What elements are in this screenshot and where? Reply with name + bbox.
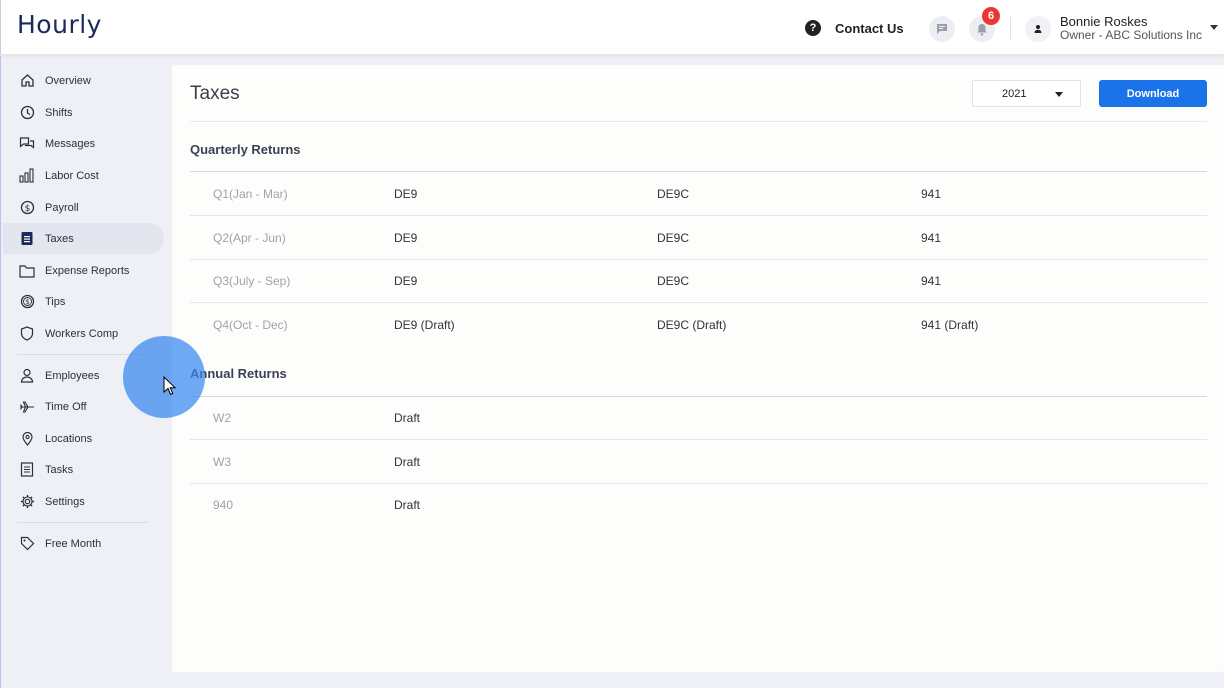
- sidebar-item-tips[interactable]: $ Tips: [3, 286, 164, 317]
- return-link-de9[interactable]: DE9: [394, 274, 417, 288]
- contact-us-link[interactable]: ? Contact Us: [805, 19, 904, 37]
- svg-text:$: $: [25, 298, 29, 306]
- sidebar-item-free-month[interactable]: Free Month: [3, 528, 164, 559]
- user-icon: [1034, 25, 1042, 33]
- sidebar-item-settings[interactable]: Settings: [3, 486, 164, 517]
- sidebar-item-label: Payroll: [45, 201, 79, 214]
- sidebar-item-labor-cost[interactable]: Labor Cost: [3, 160, 164, 191]
- messages-button[interactable]: [929, 16, 955, 42]
- sidebar-item-label: Expense Reports: [45, 264, 130, 277]
- sidebar-item-locations[interactable]: Locations: [3, 423, 164, 454]
- sidebar-item-label: Free Month: [45, 537, 102, 550]
- period-label: Q4(Oct - Dec): [213, 318, 288, 332]
- user-role: Owner - ABC Solutions Inc: [1060, 28, 1203, 42]
- message-icon: [937, 24, 947, 34]
- period-label: Q2(Apr - Jun): [213, 231, 286, 245]
- return-link-de9c[interactable]: DE9C (Draft): [657, 318, 726, 332]
- return-link-de9[interactable]: DE9 (Draft): [394, 318, 455, 332]
- return-link-de9c[interactable]: DE9C: [657, 274, 689, 288]
- download-button[interactable]: Download: [1099, 80, 1207, 107]
- gear-icon: [18, 493, 36, 511]
- tag-icon: [18, 535, 36, 553]
- period-label: Q3(July - Sep): [213, 274, 291, 288]
- avatar[interactable]: [1025, 16, 1051, 42]
- sidebar-item-expense-reports[interactable]: Expense Reports: [3, 255, 164, 286]
- table-row: Q3(July - Sep) DE9 DE9C 941: [190, 259, 1207, 303]
- sidebar-item-label: Labor Cost: [45, 169, 99, 182]
- sidebar-divider: [17, 522, 148, 523]
- table-row: Q2(Apr - Jun) DE9 DE9C 941: [190, 216, 1207, 260]
- form-label: 940: [213, 498, 234, 512]
- table-row: W2 Draft: [190, 396, 1207, 440]
- plane-icon: [18, 398, 36, 416]
- sidebar-item-label: Locations: [45, 432, 93, 445]
- sidebar-item-payroll[interactable]: $ Payroll: [3, 192, 164, 223]
- return-link-940[interactable]: Draft: [394, 498, 420, 512]
- clock-icon: [18, 104, 36, 122]
- return-link-de9[interactable]: DE9: [394, 187, 417, 201]
- period-label: Q1(Jan - Mar): [213, 187, 288, 201]
- sidebar-item-label: Workers Comp: [45, 327, 119, 340]
- sidebar-item-label: Shifts: [45, 106, 73, 119]
- sidebar-item-label: Employees: [45, 369, 100, 382]
- sidebar-item-taxes[interactable]: Taxes: [3, 223, 164, 254]
- header-divider: [190, 121, 1207, 122]
- return-link-941[interactable]: 941: [921, 231, 941, 245]
- dollar-icon: $: [18, 199, 36, 217]
- form-label: W3: [213, 455, 231, 469]
- sidebar-item-label: Tasks: [45, 463, 74, 476]
- table-row: W3 Draft: [190, 440, 1207, 484]
- return-link-de9c[interactable]: DE9C: [657, 231, 689, 245]
- help-icon: ?: [805, 20, 821, 36]
- return-link-941[interactable]: 941: [921, 274, 941, 288]
- bell-icon: [977, 23, 987, 36]
- app-logo[interactable]: Hourly: [17, 10, 102, 39]
- page-title: Taxes: [190, 83, 240, 104]
- sidebar-item-messages[interactable]: Messages: [3, 128, 164, 159]
- bar-chart-icon: [18, 167, 36, 185]
- user-name[interactable]: Bonnie Roskes: [1060, 14, 1147, 29]
- return-link-de9c[interactable]: DE9C: [657, 187, 689, 201]
- return-link-941[interactable]: 941: [921, 187, 941, 201]
- coin-icon: $: [18, 293, 36, 311]
- mouse-pointer-icon: [163, 376, 177, 396]
- sidebar-item-overview[interactable]: Overview: [3, 65, 164, 96]
- header-divider: [1010, 17, 1011, 39]
- return-link-w2[interactable]: Draft: [394, 411, 420, 425]
- sidebar-item-label: Time Off: [45, 400, 87, 413]
- shield-icon: [18, 325, 36, 343]
- document-icon: [18, 230, 36, 248]
- table-row: Q1(Jan - Mar) DE9 DE9C 941: [190, 172, 1207, 216]
- caret-down-icon: [1055, 92, 1063, 97]
- sidebar-item-shifts[interactable]: Shifts: [3, 97, 164, 128]
- year-select-value: 2021: [1002, 87, 1027, 100]
- taxes-panel: Taxes 2021 Download Quarterly Returns Q1…: [172, 65, 1224, 672]
- notification-count-badge: 6: [982, 7, 1000, 25]
- year-select[interactable]: 2021: [972, 80, 1081, 107]
- chevron-down-icon[interactable]: [1210, 25, 1218, 30]
- return-link-941[interactable]: 941 (Draft): [921, 318, 978, 332]
- quarterly-returns-title: Quarterly Returns: [190, 142, 301, 157]
- top-bar: Hourly ? Contact Us 6 Bonnie Roskes Owne…: [0, 0, 1224, 55]
- folder-icon: [18, 262, 36, 280]
- contact-us-label: Contact Us: [835, 20, 904, 36]
- person-icon: [18, 367, 36, 385]
- table-row: 940 Draft: [190, 483, 1207, 527]
- sidebar-item-label: Taxes: [45, 232, 74, 245]
- chat-icon: [18, 135, 36, 153]
- home-icon: [18, 72, 36, 90]
- sidebar-item-label: Messages: [45, 137, 96, 150]
- list-icon: [18, 461, 36, 479]
- table-row: Q4(Oct - Dec) DE9 (Draft) DE9C (Draft) 9…: [190, 303, 1207, 347]
- form-label: W2: [213, 411, 231, 425]
- pin-icon: [18, 430, 36, 448]
- sidebar-item-tasks[interactable]: Tasks: [3, 454, 164, 485]
- svg-text:$: $: [24, 204, 30, 214]
- sidebar-item-label: Settings: [45, 495, 85, 508]
- return-link-de9[interactable]: DE9: [394, 231, 417, 245]
- sidebar-item-label: Tips: [45, 295, 66, 308]
- return-link-w3[interactable]: Draft: [394, 455, 420, 469]
- sidebar-item-label: Overview: [45, 74, 91, 87]
